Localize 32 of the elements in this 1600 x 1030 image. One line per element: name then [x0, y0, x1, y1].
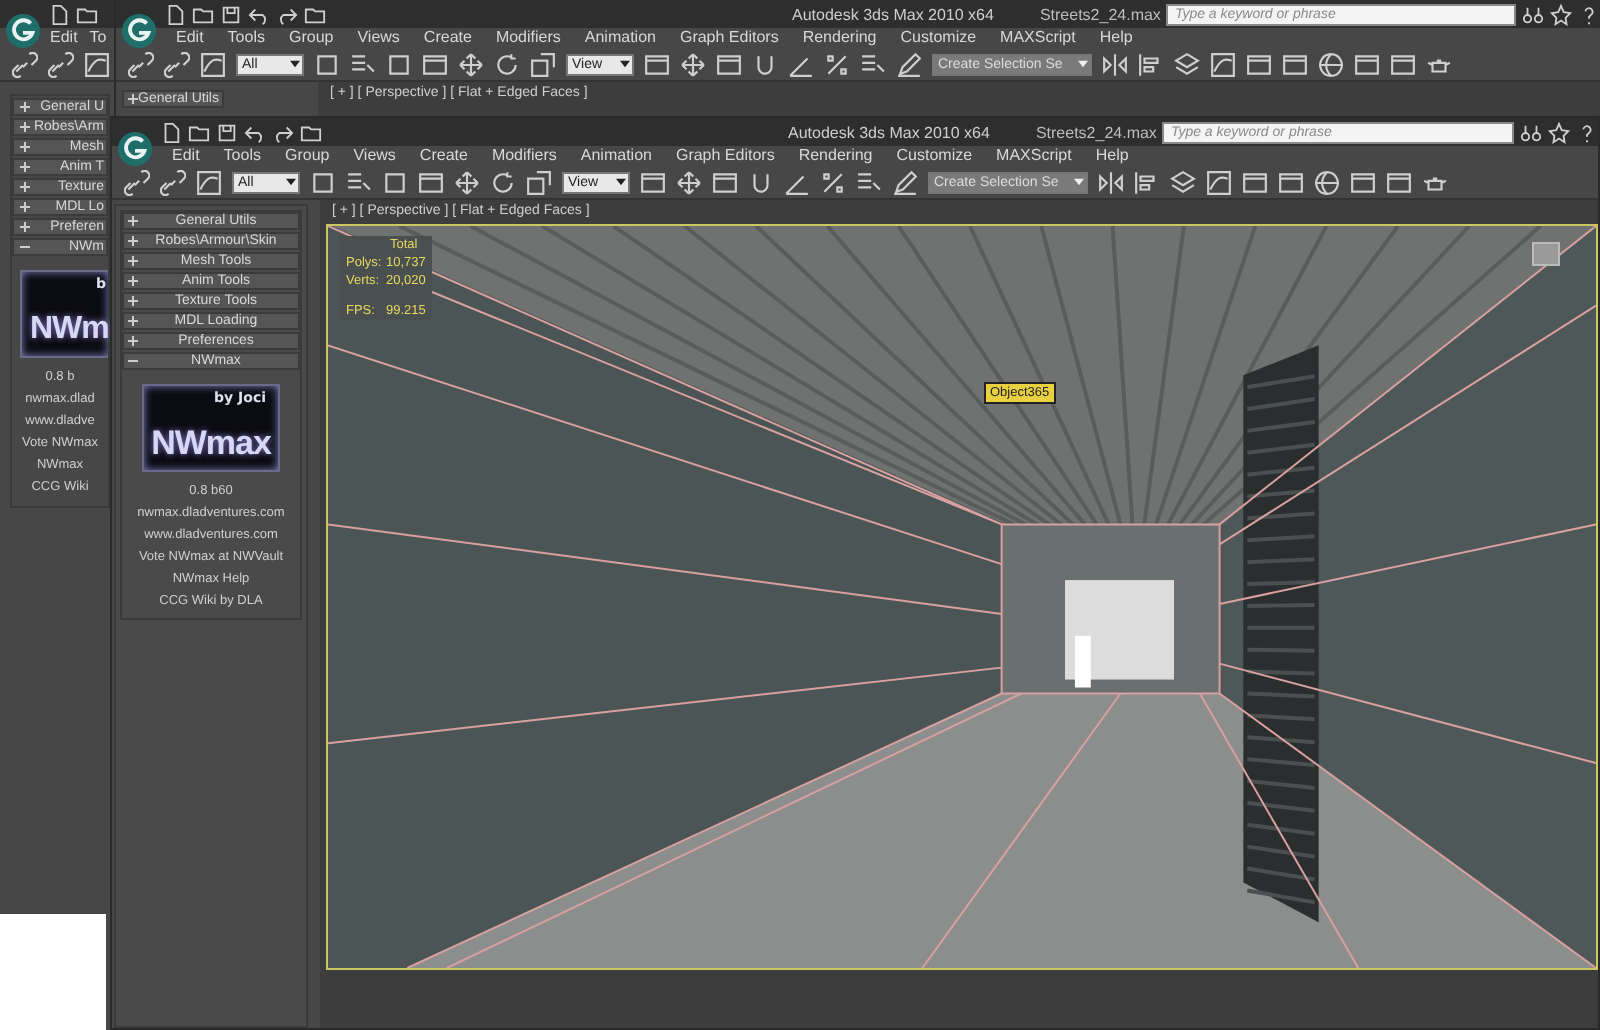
menu-item[interactable]: MAXScript	[988, 28, 1088, 48]
menu-item[interactable]: Modifiers	[479, 146, 569, 166]
menu-item[interactable]: Modifiers	[483, 28, 573, 48]
menu-item[interactable]: Views	[345, 28, 412, 48]
menu-item[interactable]: Customize	[888, 28, 989, 48]
menu-item[interactable]: Rendering	[790, 28, 889, 48]
menu-item[interactable]: Views	[341, 146, 408, 166]
menu-item[interactable]: Animation	[568, 146, 664, 166]
logo-title: NWm	[30, 310, 109, 350]
menu-item[interactable]: Group	[272, 146, 342, 166]
menu-item[interactable]: Graph Editors	[663, 146, 787, 166]
menu-item[interactable]: Tools	[211, 146, 273, 166]
menu-item[interactable]: Rendering	[786, 146, 885, 166]
menu-item[interactable]: Create	[407, 146, 480, 166]
file-name: Streets2_24.max	[1035, 123, 1157, 141]
menu-item[interactable]: Animation	[572, 28, 668, 48]
file-name: Streets2_24.max	[1039, 5, 1161, 23]
logo-title: NWmax	[151, 422, 271, 466]
menu-item[interactable]: Group	[276, 28, 346, 48]
menu-item[interactable]: MAXScript	[984, 146, 1084, 166]
menu-item[interactable]: To	[83, 28, 113, 48]
window-title: Autodesk 3ds Max 2010 x64	[788, 123, 990, 141]
menu-item[interactable]: Edit	[164, 28, 216, 48]
menu-item[interactable]: Graph Editors	[667, 28, 791, 48]
menu-item[interactable]: Help	[1083, 146, 1141, 166]
menu-item[interactable]: Edit	[160, 146, 212, 166]
menu-item[interactable]: Create	[411, 28, 484, 48]
window-title: Autodesk 3ds Max 2010 x64	[792, 5, 994, 23]
menu-item[interactable]: Customize	[884, 146, 985, 166]
menu-item[interactable]: Edit	[44, 28, 84, 48]
menu-item[interactable]: Tools	[215, 28, 277, 48]
menu-item[interactable]: Help	[1087, 28, 1145, 48]
